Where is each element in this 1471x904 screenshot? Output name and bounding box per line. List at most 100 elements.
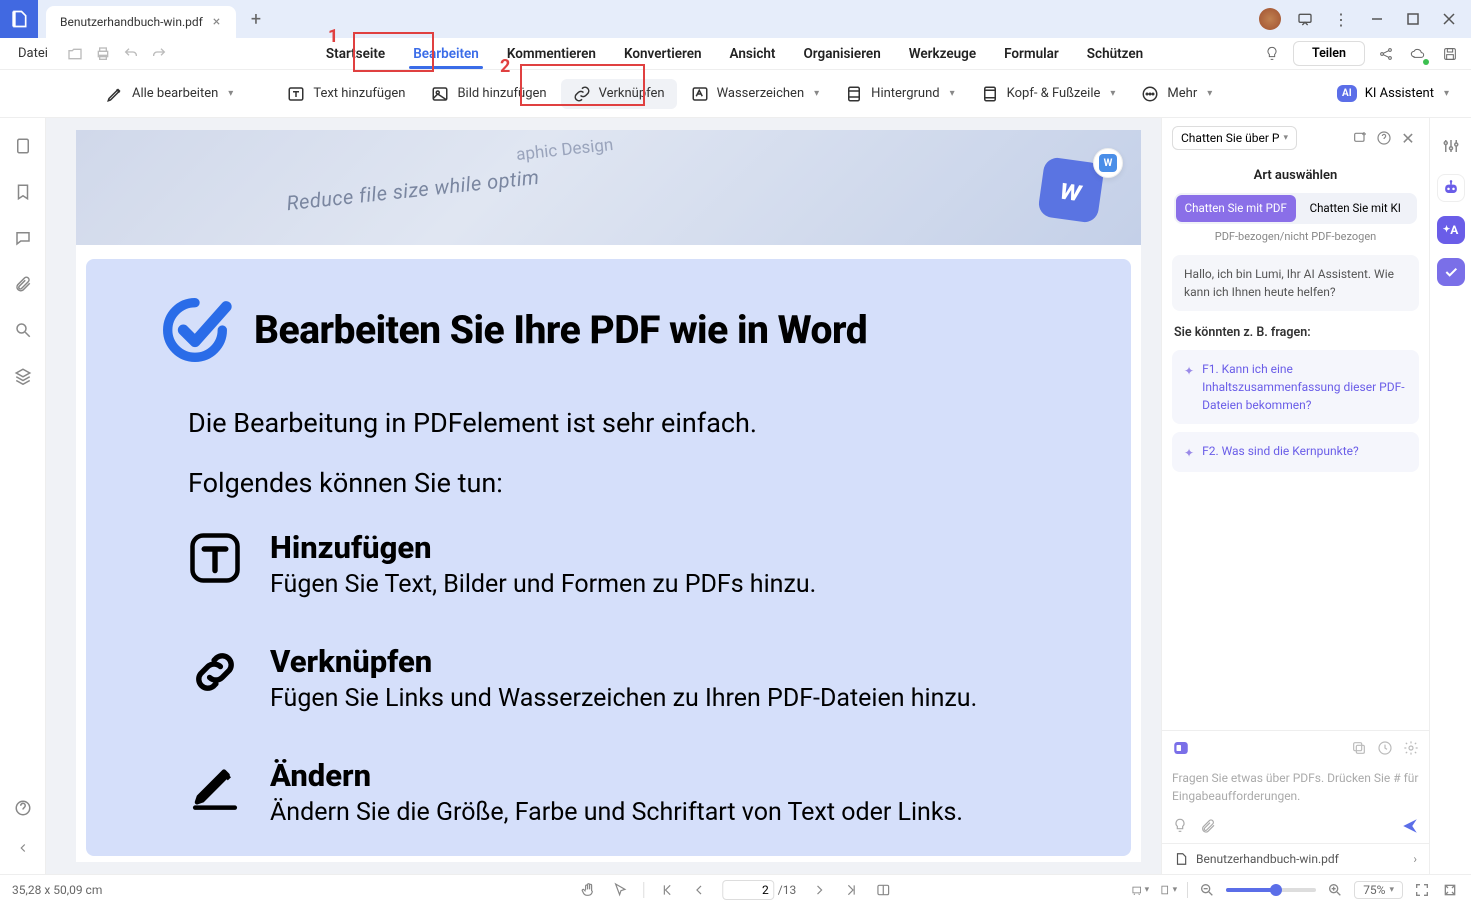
attachments-icon[interactable] [11,272,35,296]
file-menu[interactable]: Datei [10,46,56,61]
hand-tool-icon[interactable] [579,881,597,899]
suggestion-2[interactable]: ✦ F2. Was sind die Kernpunkte? [1172,432,1419,472]
tab-bearbeiten[interactable]: Bearbeiten [399,40,493,68]
share-nodes-icon[interactable] [1375,43,1397,65]
ai-robot-icon[interactable] [1437,174,1465,202]
new-chat-icon[interactable] [1349,127,1371,149]
comments-icon[interactable] [11,226,35,250]
print-icon[interactable] [92,43,114,65]
last-page-icon[interactable] [842,881,860,899]
ai-input[interactable]: Fragen Sie etwas über PDFs. Drücken Sie … [1172,763,1419,817]
copy-icon[interactable] [1351,740,1367,756]
toggle-chat-ai[interactable]: Chatten Sie mit KI [1296,195,1416,222]
next-page-icon[interactable] [810,881,828,899]
close-tab-icon[interactable]: × [213,14,220,30]
collapse-icon[interactable] [11,836,35,860]
page-number-input[interactable] [722,880,774,900]
feature-add: Hinzufügen Fügen Sie Text, Bilder und Fo… [188,529,1071,599]
panel-help-icon[interactable] [1373,127,1395,149]
toggle-chat-pdf[interactable]: Chatten Sie mit PDF [1176,195,1296,222]
zoom-slider[interactable] [1226,888,1316,892]
pdf-pill-icon[interactable] [1172,739,1190,757]
close-button[interactable] [1433,5,1465,33]
open-icon[interactable] [64,43,86,65]
window-titlebar: Benutzerhandbuch-win.pdf × + ⋮ [0,0,1471,38]
fit-width-icon[interactable]: ▾ [1131,881,1149,899]
bookmarks-icon[interactable] [11,180,35,204]
chevron-down-icon: ▾ [1110,88,1115,99]
page-title: Bearbeiten Sie Ihre PDF wie in Word [254,307,867,353]
reading-mode-icon[interactable] [874,881,892,899]
layers-icon[interactable] [11,364,35,388]
tab-formular[interactable]: Formular [990,40,1073,68]
tab-werkzeuge[interactable]: Werkzeuge [895,40,990,68]
select-tool-icon[interactable] [611,881,629,899]
attach-icon[interactable] [1200,818,1216,834]
more-button[interactable]: Mehr ▾ [1129,79,1224,109]
thumbnails-icon[interactable] [11,134,35,158]
ai-input-area: Fragen Sie etwas über PDFs. Drücken Sie … [1162,730,1429,843]
document-tab[interactable]: Benutzerhandbuch-win.pdf × [46,6,236,38]
cloud-sync-icon[interactable] [1407,43,1429,65]
translate-icon[interactable]: ✦A [1437,216,1465,244]
tab-startseite[interactable]: Startseite [312,40,399,68]
tab-kommentieren[interactable]: Kommentieren [493,40,610,68]
share-button[interactable]: Teilen [1293,41,1365,66]
chat-icon[interactable] [1289,5,1321,33]
chevron-down-icon: ▾ [1207,88,1212,99]
minimize-button[interactable] [1361,5,1393,33]
background-button[interactable]: Hintergrund ▾ [833,79,966,109]
file-icon [1174,852,1188,866]
close-panel-icon[interactable]: ✕ [1397,127,1419,149]
page-layout-icon[interactable]: ▾ [1159,881,1177,899]
right-rail: ✦A [1429,118,1471,874]
menubar: Datei Startseite Bearbeiten Kommentieren… [0,38,1471,70]
fit-page-icon[interactable] [1441,881,1459,899]
help-icon[interactable] [11,796,35,820]
ai-caption: PDF-bezogen/nicht PDF-bezogen [1162,230,1429,243]
feature-modify: Ändern Ändern Sie die Größe, Farbe und S… [188,757,1071,827]
ai-chat-selector[interactable]: Chatten Sie über P ▾ [1172,126,1297,150]
undo-icon[interactable] [120,43,142,65]
add-tab-button[interactable]: + [242,5,270,33]
add-image-button[interactable]: Bild hinzufügen [419,79,558,109]
lightbulb-icon[interactable] [1261,43,1283,65]
link-button[interactable]: Verknüpfen [561,79,677,109]
first-page-icon[interactable] [658,881,676,899]
user-avatar[interactable] [1259,8,1281,30]
gear-icon[interactable] [1403,740,1419,756]
tab-konvertieren[interactable]: Konvertieren [610,40,716,68]
proofread-icon[interactable] [1437,258,1465,286]
tab-organisieren[interactable]: Organisieren [789,40,894,68]
tab-schuetzen[interactable]: Schützen [1073,40,1157,68]
hint-icon[interactable] [1172,818,1188,834]
save-icon[interactable] [1439,43,1461,65]
watermark-button[interactable]: Wasserzeichen ▾ [679,79,832,109]
edit-all-button[interactable]: Alle bearbeiten ▾ [94,79,245,109]
word-convert-badge[interactable]: W [1093,148,1123,178]
ai-footer[interactable]: Benutzerhandbuch-win.pdf › [1162,843,1429,874]
sparkle-icon: ✦ [1184,444,1194,462]
chevron-down-icon: ▾ [950,88,955,99]
suggestion-1[interactable]: ✦ F1. Kann ich eine Inhaltszusammenfassu… [1172,350,1419,424]
document-viewport[interactable]: Reduce file size while optim aphic Desig… [46,118,1161,874]
prev-page-icon[interactable] [690,881,708,899]
search-icon[interactable] [11,318,35,342]
ai-assistant-button[interactable]: AI KI Assistent ▾ [1327,81,1459,106]
feature-title: Verknüpfen [270,643,977,680]
zoom-dropdown[interactable]: 75%▾ [1354,881,1403,899]
redo-icon[interactable] [148,43,170,65]
history-icon[interactable] [1377,740,1393,756]
add-text-button[interactable]: Text hinzufügen [275,79,417,109]
header-footer-button[interactable]: Kopf- & Fußzeile ▾ [969,79,1128,109]
menu-dots-icon[interactable]: ⋮ [1325,5,1357,33]
tool-label: Bild hinzufügen [457,86,546,101]
properties-icon[interactable] [1437,132,1465,160]
send-icon[interactable] [1401,817,1419,835]
zoom-in-icon[interactable] [1326,881,1344,899]
fullscreen-icon[interactable] [1413,881,1431,899]
tool-label: Text hinzufügen [313,86,405,101]
tab-ansicht[interactable]: Ansicht [716,40,790,68]
maximize-button[interactable] [1397,5,1429,33]
zoom-out-icon[interactable] [1198,881,1216,899]
